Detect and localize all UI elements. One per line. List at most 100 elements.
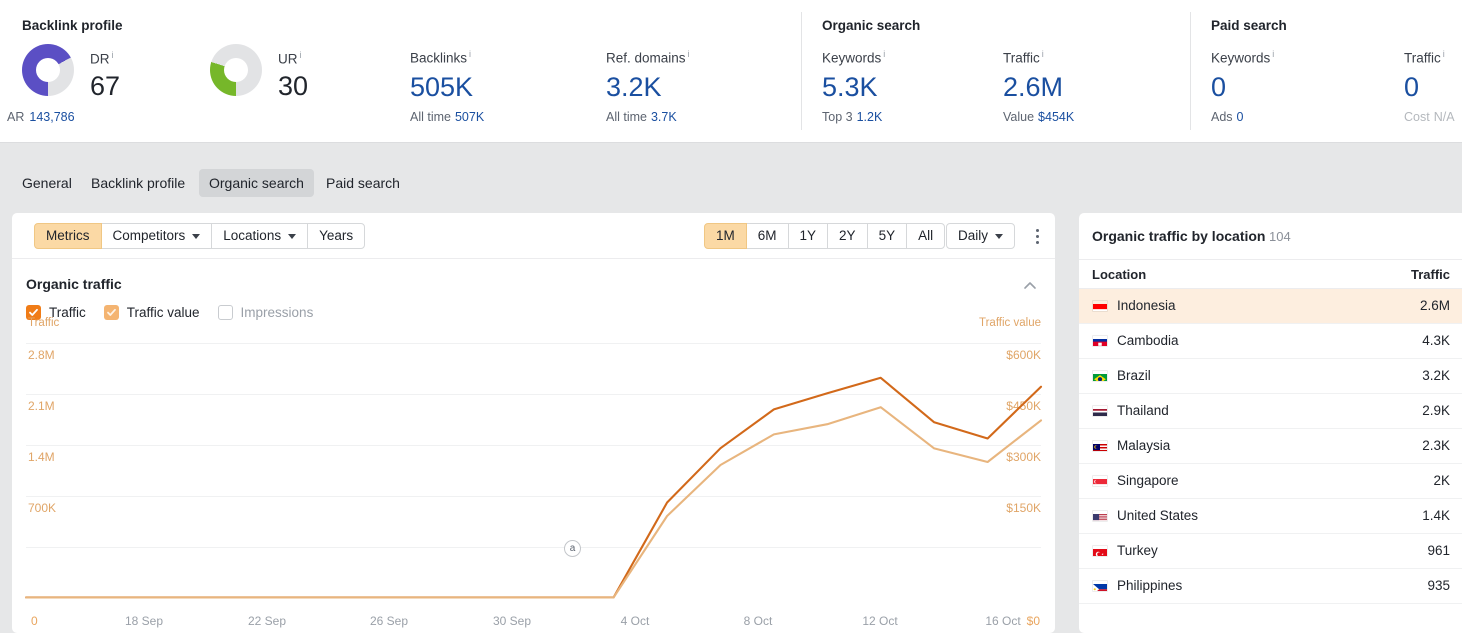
organic-keywords-subline: Top 3 1.2K	[822, 110, 883, 124]
tab-organic-search[interactable]: Organic search	[199, 169, 314, 197]
location-name: Brazil	[1117, 368, 1151, 383]
ur-label: UR i	[278, 50, 302, 67]
section-tabs: General Backlink profile Organic search …	[0, 143, 1462, 213]
x-tick-2: 26 Sep	[369, 614, 409, 628]
backlinks-subline: All time 507K	[410, 110, 485, 124]
legend-toggle-traffic-value[interactable]: Traffic value	[103, 305, 200, 320]
location-row[interactable]: Thailand 2.9K	[1079, 394, 1462, 429]
y-tick-right-0: $0	[1026, 614, 1040, 628]
organic-keywords-value[interactable]: 5.3K	[822, 71, 885, 103]
paid-keywords-subline: Ads 0	[1211, 110, 1244, 124]
location-name: Malaysia	[1117, 438, 1171, 453]
x-tick-6: 12 Oct	[862, 614, 898, 628]
flag-icon-sg	[1092, 475, 1108, 487]
filter-metrics-button[interactable]: Metrics	[34, 223, 102, 249]
location-traffic-value: 2.9K	[1422, 403, 1450, 418]
chevron-down-icon	[995, 233, 1004, 239]
location-name: Cambodia	[1117, 333, 1179, 348]
organic-keywords-info-icon[interactable]: i	[883, 49, 885, 59]
paid-keywords-value[interactable]: 0	[1211, 71, 1274, 103]
filter-years-button[interactable]: Years	[307, 223, 366, 249]
locations-panel-header: Organic traffic by location 104	[1079, 213, 1462, 259]
x-tick-1: 22 Sep	[247, 614, 287, 628]
chart-line-traffic	[24, 376, 1043, 599]
paid-keywords-info-icon[interactable]: i	[1272, 49, 1274, 59]
location-row[interactable]: Cambodia 4.3K	[1079, 324, 1462, 359]
x-tick-3: 30 Sep	[492, 614, 532, 628]
metric-group-paid-search: Paid search Keywords i 0 Ads 0 Traffic i 0 …	[1211, 0, 1462, 143]
range-1m-button[interactable]: 1M	[704, 223, 747, 249]
chart-annotation-a[interactable]: a	[564, 540, 581, 557]
location-name: Singapore	[1117, 473, 1179, 488]
dr-info-icon[interactable]: i	[112, 50, 114, 60]
location-row[interactable]: United States 1.4K	[1079, 499, 1462, 534]
location-row[interactable]: Indonesia2.6M9	[1079, 289, 1462, 324]
metrics-topbar: Backlink profile DR i 67 UR i 30 AR 143,786…	[0, 0, 1462, 143]
metric-paid-keywords: Keywords i 0 Ads 0	[1211, 46, 1275, 124]
paid-traffic-subline: Cost N/A	[1404, 110, 1455, 124]
range-6m-button[interactable]: 6M	[745, 223, 789, 249]
backlinks-info-icon[interactable]: i	[469, 49, 471, 59]
divider-organic	[801, 12, 802, 130]
range-all-button[interactable]: All	[906, 223, 946, 249]
date-range-button-group: 1M 6M 1Y 2Y 5Y All	[704, 223, 946, 249]
legend-label-impressions: Impressions	[240, 305, 314, 320]
flag-icon-kh	[1092, 335, 1108, 347]
location-row[interactable]: Singapore 2K	[1079, 464, 1462, 499]
kebab-menu-icon[interactable]	[1026, 223, 1048, 249]
range-5y-button[interactable]: 5Y	[866, 223, 908, 249]
x-tick-0: 18 Sep	[124, 614, 164, 628]
paid-traffic-label: Traffic i	[1404, 49, 1445, 66]
filter-competitors-button[interactable]: Competitors	[100, 223, 213, 249]
chevron-up-icon[interactable]	[1017, 273, 1043, 299]
ur-info-icon[interactable]: i	[300, 50, 302, 60]
column-header-traffic[interactable]: Traffic	[1411, 267, 1450, 282]
location-name: Indonesia	[1117, 298, 1176, 313]
tab-paid-search[interactable]: Paid search	[316, 169, 410, 197]
x-tick-7: 16 Oct	[985, 614, 1021, 628]
column-header-location[interactable]: Location	[1092, 267, 1146, 282]
chart-line-traffic-value	[24, 406, 1043, 599]
ur-label-text: UR	[278, 51, 298, 67]
granularity-daily-button[interactable]: Daily	[946, 223, 1016, 249]
organic-traffic-value[interactable]: 2.6M	[1003, 71, 1063, 103]
dr-label: DR i	[90, 50, 114, 67]
ar-value: 143,786	[29, 110, 75, 124]
organic-traffic-chart[interactable]: Traffic Traffic value 2.8M 2.1M 1.4M 700…	[12, 317, 1055, 633]
location-traffic-value: 961	[1427, 543, 1450, 558]
flag-icon-th	[1092, 405, 1108, 417]
legend-toggle-impressions[interactable]: Impressions	[217, 305, 314, 320]
filter-button-group: Metrics Competitors Locations Years	[34, 223, 366, 249]
organic-traffic-info-icon[interactable]: i	[1042, 49, 1044, 59]
location-name: Thailand	[1117, 403, 1169, 418]
chart-header: Organic traffic Traffic Traffic value Im…	[12, 259, 1055, 327]
paid-keywords-label: Keywords i	[1211, 49, 1275, 66]
location-row[interactable]: Malaysia 2.3K	[1079, 429, 1462, 464]
location-row[interactable]: Philippines 935	[1079, 569, 1462, 604]
location-traffic-value: 3.2K	[1422, 368, 1450, 383]
location-traffic-value: 935	[1427, 578, 1450, 593]
group-title-paid-search: Paid search	[1211, 18, 1287, 33]
x-tick-5: 8 Oct	[743, 614, 773, 628]
paid-traffic-info-icon[interactable]: i	[1443, 49, 1445, 59]
tab-backlink-profile[interactable]: Backlink profile	[81, 169, 195, 197]
flag-icon-ph	[1092, 580, 1108, 592]
range-1y-button[interactable]: 1Y	[787, 223, 829, 249]
ref-domains-value[interactable]: 3.2K	[606, 71, 690, 103]
backlinks-label: Backlinks i	[410, 49, 472, 66]
flag-icon-my	[1092, 440, 1108, 452]
filter-locations-button[interactable]: Locations	[211, 223, 309, 249]
ref-domains-info-icon[interactable]: i	[688, 49, 690, 59]
backlinks-value[interactable]: 505K	[410, 71, 473, 103]
location-row[interactable]: Turkey 961	[1079, 534, 1462, 569]
tab-general[interactable]: General	[12, 169, 82, 197]
locations-count-badge: 104	[1269, 229, 1291, 244]
metric-organic-traffic: Traffic i 2.6M Value $454K	[1003, 46, 1074, 124]
range-2y-button[interactable]: 2Y	[827, 223, 868, 249]
locations-table-header: Location Traffic	[1079, 259, 1462, 289]
location-row[interactable]: Brazil 3.2K	[1079, 359, 1462, 394]
paid-traffic-value[interactable]: 0	[1404, 71, 1445, 103]
flag-icon-br	[1092, 370, 1108, 382]
metric-organic-keywords: Keywords i 5.3K Top 3 1.2K	[822, 46, 885, 124]
divider-paid	[1190, 12, 1191, 130]
